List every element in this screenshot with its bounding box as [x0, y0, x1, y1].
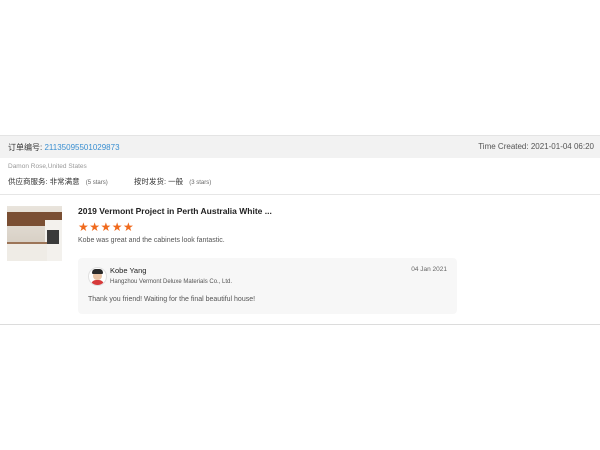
time-created: Time Created: 2021-01-04 06:20: [478, 142, 594, 151]
divider: [0, 194, 600, 195]
product-title-link[interactable]: 2019 Vermont Project in Perth Australia …: [78, 206, 272, 216]
divider: [0, 324, 600, 325]
order-header: 订单编号: 21135095501029873 Time Created: 20…: [0, 135, 600, 158]
product-thumbnail[interactable]: [7, 206, 62, 261]
service-rating-label: 供应商服务: 非常满意: [8, 177, 80, 186]
order-number-link[interactable]: 21135095501029873: [44, 143, 119, 152]
supplier-reply: Kobe Yang Hangzhou Vermont Deluxe Materi…: [78, 258, 457, 314]
reply-date: 04 Jan 2021: [411, 266, 447, 273]
reply-author-name: Kobe Yang: [110, 266, 147, 275]
avatar: [88, 267, 107, 286]
order-number-label: 订单编号:: [8, 143, 43, 152]
service-rating-stars: (5 stars): [85, 180, 108, 186]
order-number: 订单编号: 21135095501029873: [8, 142, 120, 153]
supplier-ratings: 供应商服务: 非常满意 (5 stars) 按时发货: 一般 (3 stars): [8, 176, 211, 187]
delivery-rating-label: 按时发货: 一般: [133, 177, 184, 186]
review-text: Kobe was great and the cabinets look fan…: [78, 237, 225, 244]
buyer-info: Damon Rose,United States: [8, 163, 87, 170]
reply-company: Hangzhou Vermont Deluxe Materials Co., L…: [110, 279, 233, 285]
reply-text: Thank you friend! Waiting for the final …: [88, 296, 256, 303]
delivery-rating-stars: (3 stars): [189, 180, 212, 186]
review-star-rating: ★★★★★: [78, 220, 135, 234]
